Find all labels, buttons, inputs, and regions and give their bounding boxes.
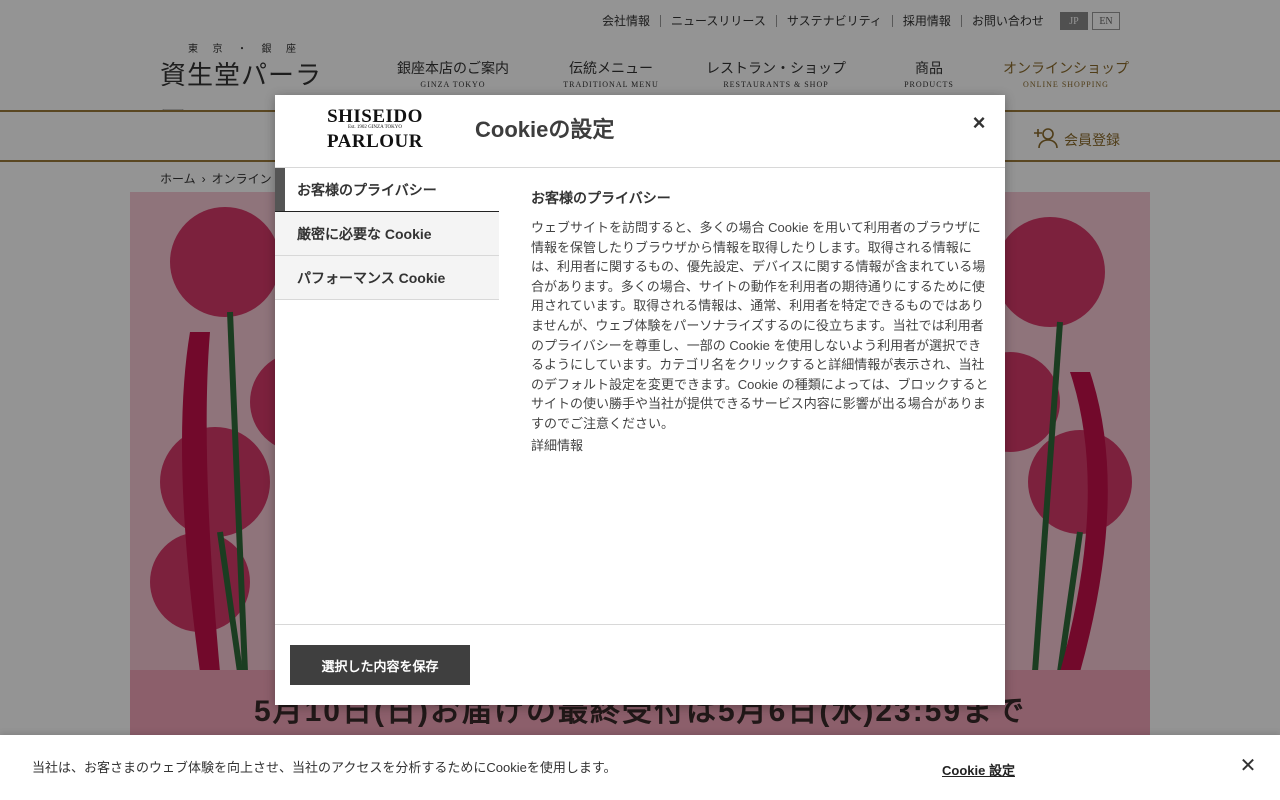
tab-strictly-necessary[interactable]: 厳密に必要な Cookie xyxy=(275,212,499,256)
dialog-footer: 選択した内容を保存 xyxy=(275,624,1005,705)
tab-performance[interactable]: パフォーマンス Cookie xyxy=(275,256,499,300)
cookie-banner-text: 当社は、お客さまのウェブ体験を向上させ、当社のアクセスを分析するためにCooki… xyxy=(32,760,617,775)
shiseido-parlour-logo: SHISEIDO Est. 1902 GINZA TOKYO PARLOUR xyxy=(323,103,427,152)
cookie-settings-dialog: SHISEIDO Est. 1902 GINZA TOKYO PARLOUR C… xyxy=(275,95,1005,705)
more-info-link[interactable]: 詳細情報 xyxy=(531,435,989,454)
logo-text-est: Est. 1902 GINZA TOKYO xyxy=(348,125,402,130)
cookie-banner: 当社は、お客さまのウェブ体験を向上させ、当社のアクセスを分析するためにCooki… xyxy=(0,735,1280,800)
save-selection-button[interactable]: 選択した内容を保存 xyxy=(290,645,470,685)
cookie-settings-link[interactable]: Cookie 設定 xyxy=(942,760,1015,779)
content-title: お客様のプライバシー xyxy=(531,190,671,206)
dialog-close-button[interactable]: × xyxy=(967,111,991,135)
dialog-header: SHISEIDO Est. 1902 GINZA TOKYO PARLOUR C… xyxy=(275,95,1005,168)
dialog-title: Cookieの設定 xyxy=(475,117,615,142)
tab-privacy[interactable]: お客様のプライバシー xyxy=(275,168,499,212)
logo-text-line1: SHISEIDO xyxy=(327,106,423,127)
banner-close-icon[interactable]: ✕ xyxy=(1236,753,1260,779)
cookie-category-tabs: お客様のプライバシー 厳密に必要な Cookie パフォーマンス Cookie xyxy=(275,168,499,300)
tab-content-panel: お客様のプライバシー ウェブサイトを訪問すると、多くの場合 Cookie を用い… xyxy=(531,188,989,454)
content-body: ウェブサイトを訪問すると、多くの場合 Cookie を用いて利用者のブラウザに情… xyxy=(531,220,989,431)
logo-text-line2: PARLOUR xyxy=(327,131,423,149)
